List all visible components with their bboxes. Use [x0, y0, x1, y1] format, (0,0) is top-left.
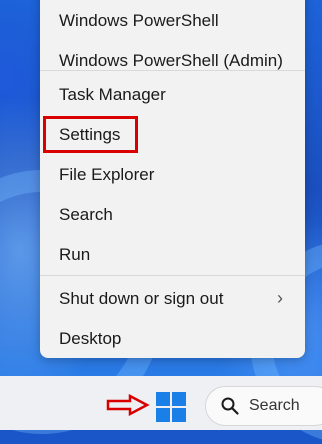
taskbar-search-box[interactable]: Search: [205, 386, 322, 426]
menu-item-label: Search: [59, 205, 113, 224]
menu-item-windows-powershell-admin[interactable]: Windows PowerShell (Admin): [40, 43, 305, 79]
menu-item-search[interactable]: Search: [40, 197, 305, 233]
menu-item-desktop[interactable]: Desktop: [40, 321, 305, 357]
right-arrow-annotation: [106, 394, 150, 416]
menu-item-label: Task Manager: [59, 85, 166, 104]
menu-separator: [40, 275, 305, 276]
menu-item-label: File Explorer: [59, 165, 155, 184]
windows-logo-icon: [156, 392, 170, 406]
menu-item-label: Run: [59, 245, 91, 264]
search-icon: [221, 397, 239, 415]
menu-item-run[interactable]: Run: [40, 237, 305, 273]
chevron-right-icon: ›: [277, 288, 283, 308]
start-button[interactable]: [156, 392, 186, 422]
menu-item-file-explorer[interactable]: File Explorer: [40, 157, 305, 193]
quick-link-menu: Windows PowerShell Windows PowerShell (A…: [40, 0, 305, 358]
settings-highlight-box: [43, 116, 138, 153]
menu-item-task-manager[interactable]: Task Manager: [40, 77, 305, 113]
menu-item-label: Windows PowerShell (Admin): [59, 51, 283, 70]
menu-item-label: Shut down or sign out: [59, 289, 224, 308]
search-placeholder: Search: [249, 397, 300, 414]
menu-separator: [40, 70, 305, 71]
menu-item-label: Windows PowerShell: [59, 11, 219, 30]
menu-item-label: Desktop: [59, 329, 122, 348]
menu-item-windows-powershell[interactable]: Windows PowerShell: [40, 3, 305, 39]
menu-item-shut-down[interactable]: Shut down or sign out ›: [40, 281, 305, 317]
